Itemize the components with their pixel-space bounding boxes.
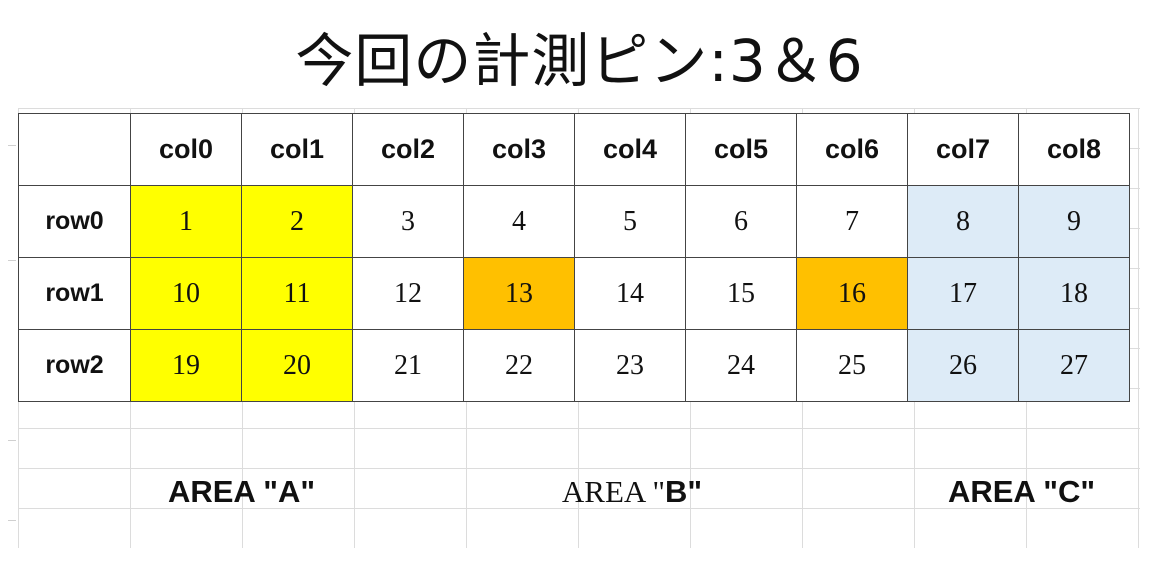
column-header[interactable]: col0: [130, 113, 242, 186]
row-header[interactable]: row2: [18, 329, 131, 402]
area-c-label: AREA "C": [947, 474, 1096, 509]
pin-cell[interactable]: 26: [907, 329, 1019, 402]
pin-cell[interactable]: 4: [463, 185, 575, 258]
pin-cell[interactable]: 2: [241, 185, 353, 258]
table-row: row1 10 11 12 13 14 15 16 17 18: [18, 257, 1130, 330]
pin-cell[interactable]: 8: [907, 185, 1019, 258]
pin-cell[interactable]: 11: [241, 257, 353, 330]
pin-cell[interactable]: 19: [130, 329, 242, 402]
measured-pin-cell[interactable]: 13: [463, 257, 575, 330]
gridline-stub: [8, 145, 16, 146]
column-header[interactable]: col8: [1018, 113, 1130, 186]
measured-pin-cell[interactable]: 16: [796, 257, 908, 330]
pin-cell[interactable]: 24: [685, 329, 797, 402]
pin-cell[interactable]: 12: [352, 257, 464, 330]
column-header[interactable]: col3: [463, 113, 575, 186]
area-b-letter: B: [665, 474, 688, 509]
pin-cell[interactable]: 3: [352, 185, 464, 258]
gridline-stub: [8, 440, 16, 441]
pin-cell[interactable]: 9: [1018, 185, 1130, 258]
pin-cell[interactable]: 5: [574, 185, 686, 258]
row-header[interactable]: row0: [18, 185, 131, 258]
pin-cell[interactable]: 10: [130, 257, 242, 330]
column-header[interactable]: col5: [685, 113, 797, 186]
pin-cell[interactable]: 1: [130, 185, 242, 258]
pin-cell[interactable]: 18: [1018, 257, 1130, 330]
area-a-label: AREA "A": [167, 474, 316, 509]
row-header[interactable]: row1: [18, 257, 131, 330]
pin-cell[interactable]: 17: [907, 257, 1019, 330]
page-title: 今回の計測ピン:3＆6: [295, 27, 864, 95]
column-header[interactable]: col2: [352, 113, 464, 186]
area-b-label: AREA "B": [465, 452, 799, 532]
column-header[interactable]: col7: [907, 113, 1019, 186]
pin-cell[interactable]: 7: [796, 185, 908, 258]
table-row: row2 19 20 21 22 23 24 25 26 27: [18, 329, 1130, 402]
table-row: row0 1 2 3 4 5 6 7 8 9: [18, 185, 1130, 258]
corner-cell[interactable]: [18, 113, 131, 186]
column-header[interactable]: col1: [241, 113, 353, 186]
pin-cell[interactable]: 14: [574, 257, 686, 330]
area-b-suffix: ": [687, 474, 703, 509]
header-row: col0 col1 col2 col3 col4 col5 col6 col7 …: [18, 113, 1130, 186]
pin-grid-table: col0 col1 col2 col3 col4 col5 col6 col7 …: [18, 113, 1130, 402]
pin-cell[interactable]: 22: [463, 329, 575, 402]
pin-cell[interactable]: 23: [574, 329, 686, 402]
pin-cell[interactable]: 25: [796, 329, 908, 402]
area-b-prefix: AREA ": [561, 474, 665, 509]
pin-cell[interactable]: 6: [685, 185, 797, 258]
gridline-stub: [8, 260, 16, 261]
pin-cell[interactable]: 15: [685, 257, 797, 330]
gridline-stub: [8, 520, 16, 521]
pin-cell[interactable]: 21: [352, 329, 464, 402]
pin-cell[interactable]: 27: [1018, 329, 1130, 402]
column-header[interactable]: col6: [796, 113, 908, 186]
column-header[interactable]: col4: [574, 113, 686, 186]
pin-cell[interactable]: 20: [241, 329, 353, 402]
